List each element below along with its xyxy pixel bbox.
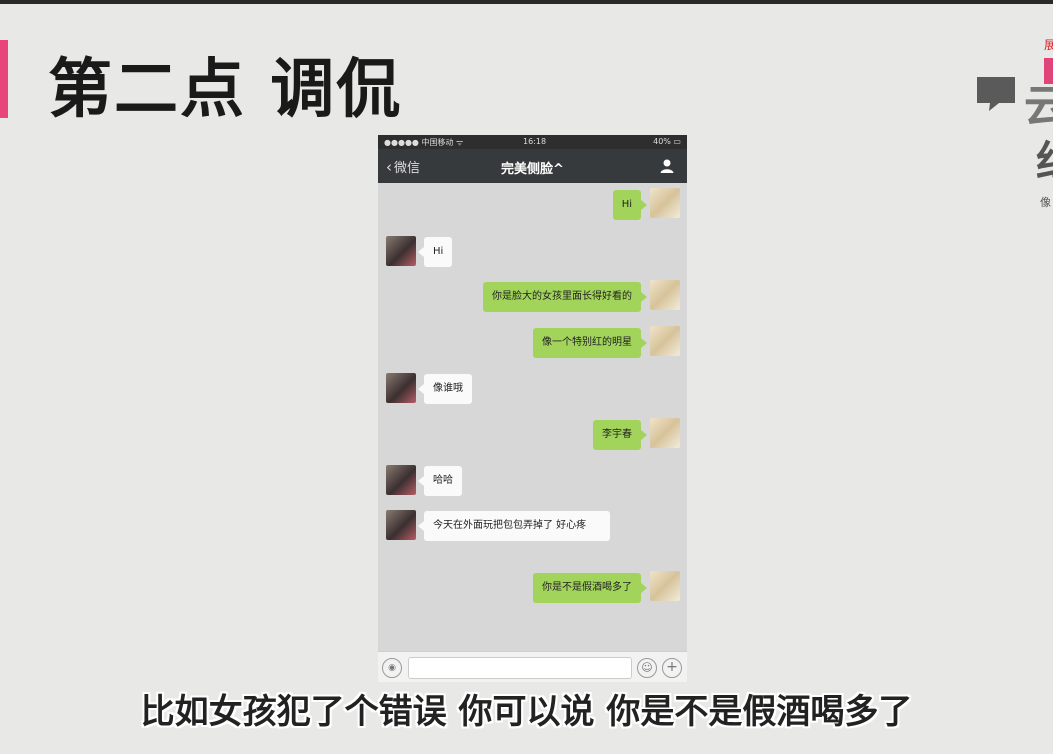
message-bubble-sent[interactable]: 李宇春 (593, 420, 647, 450)
message-bubble-received[interactable]: 今天在外面玩把包包弄掉了 好心疼 (418, 511, 610, 541)
my-avatar[interactable] (650, 571, 680, 601)
top-border (0, 0, 1053, 4)
my-avatar[interactable] (650, 188, 680, 218)
contact-avatar[interactable] (386, 373, 416, 403)
my-avatar[interactable] (650, 280, 680, 310)
chat-area[interactable]: Hi Hi 你是脸大的女孩里面长得好看的 像一个特别红的明星 像谁哦 李宇春 哈… (378, 183, 687, 651)
my-avatar[interactable] (650, 326, 680, 356)
right-fragment-2: 红 (1036, 128, 1053, 189)
right-badge-text: 展 (1044, 38, 1053, 52)
my-avatar[interactable] (650, 418, 680, 448)
voice-icon[interactable]: ◉ (382, 658, 402, 678)
emoji-icon[interactable]: ☺ (637, 658, 657, 678)
chat-navbar: ‹ 微信 完美侧脸^ (378, 149, 687, 183)
plus-icon[interactable]: + (662, 658, 682, 678)
right-fragment-small: 像 (1040, 196, 1051, 209)
contact-avatar[interactable] (386, 510, 416, 540)
slide-title: 第二点 调侃 (48, 53, 403, 127)
chat-input-bar: ◉ ☺ + (378, 651, 687, 682)
speech-bubble-icon (977, 77, 1015, 111)
message-bubble-received[interactable]: 哈哈 (418, 466, 462, 496)
status-bar: ●●●●● 中国移动 ᯤ 16:18 40% ▭ (378, 135, 687, 149)
video-caption: 比如女孩犯了个错误 你可以说 你是不是假酒喝多了 (140, 692, 913, 732)
message-bubble-received[interactable]: Hi (417, 237, 453, 267)
battery-label: 40% ▭ (653, 137, 681, 146)
status-time: 16:18 (523, 137, 547, 146)
carrier-label: ●●●●● 中国移动 ᯤ (384, 138, 464, 147)
phone-screenshot: ●●●●● 中国移动 ᯤ 16:18 40% ▭ ‹ 微信 完美侧脸^ Hi Hi… (378, 135, 687, 682)
message-bubble-sent[interactable]: Hi (612, 190, 648, 220)
title-accent-bar (0, 40, 8, 118)
contact-avatar[interactable] (386, 465, 416, 495)
message-bubble-sent[interactable]: 像一个特别红的明星 (533, 328, 647, 358)
contact-profile-icon[interactable] (659, 158, 675, 174)
message-input[interactable] (408, 657, 632, 679)
chat-title: 完美侧脸^ (501, 162, 564, 177)
message-bubble-sent[interactable]: 你是不是假酒喝多了 (533, 573, 647, 603)
contact-avatar[interactable] (386, 236, 416, 266)
message-bubble-sent[interactable]: 你是脸大的女孩里面长得好看的 (483, 282, 647, 312)
message-bubble-received[interactable]: 像谁哦 (418, 374, 472, 404)
right-fragment-1: 云 (1024, 81, 1053, 132)
